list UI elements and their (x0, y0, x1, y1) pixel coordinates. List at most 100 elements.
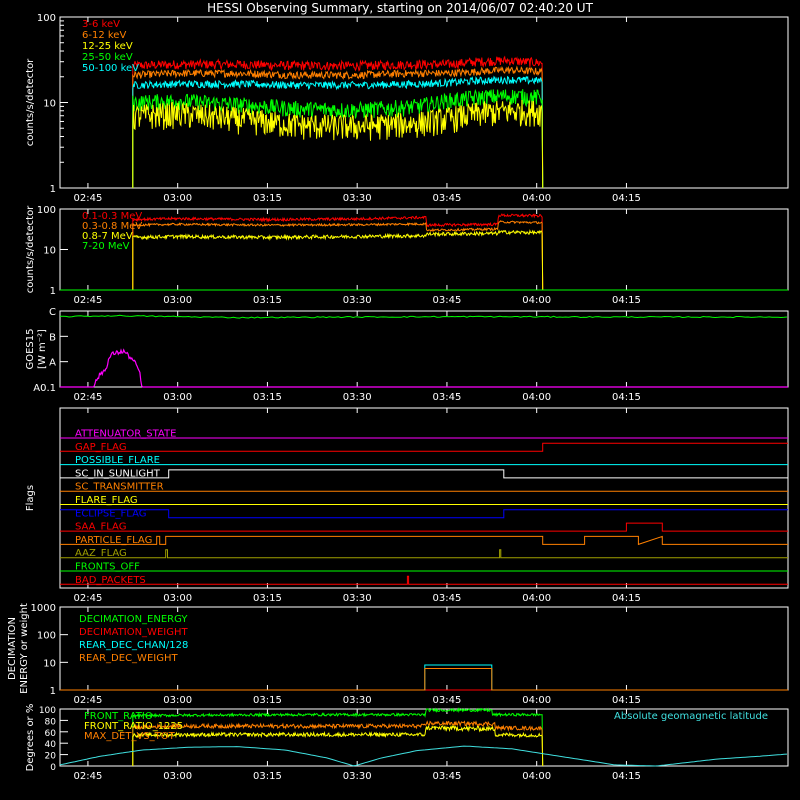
flags-flag-line-7 (60, 522, 788, 532)
flags-flag-line-9 (60, 549, 788, 559)
flags-xtick-label: 03:45 (433, 593, 462, 604)
decimation-ytick-label: 1 (50, 686, 56, 697)
lightcurves-ytick-label: 1 (50, 184, 56, 195)
high_energy-xtick-label: 03:15 (253, 295, 282, 306)
ratios-series-2 (132, 720, 544, 767)
flags-flag-label-1: GAP_FLAG (75, 442, 127, 453)
lightcurves-series-3 (132, 88, 544, 189)
lightcurves-xtick-label: 03:00 (163, 193, 192, 204)
flags-flag-label-8: PARTICLE_FLAG (75, 535, 152, 546)
goes-xtick-label: 03:00 (163, 392, 192, 403)
goes-yunit: [W m⁻²] (37, 329, 48, 369)
decimation-xtick-label: 02:45 (74, 695, 103, 706)
flags-xtick-label: 04:00 (522, 593, 551, 604)
ratios-ytick-label: 20 (45, 752, 57, 762)
ratios-xtick-label: 02:45 (74, 771, 103, 782)
lightcurves-series-1 (132, 65, 544, 189)
decimation-legend-2: REAR_DEC_CHAN/128 (79, 640, 188, 651)
lightcurves-legend-1: 6-12 keV (82, 30, 126, 41)
lightcurves-ytick-label: 10 (43, 99, 56, 110)
decimation-xtick-label: 03:00 (163, 695, 192, 706)
ratios-xtick-label: 03:15 (253, 771, 282, 782)
flags-flag-line-8 (60, 535, 788, 546)
flags-flag-label-5: FLARE_FLAG (75, 495, 138, 506)
decimation-ytick-label: 10 (43, 658, 56, 669)
decimation-ytick-label: 1000 (31, 603, 56, 614)
high_energy-ylabel: counts/s/detector (25, 205, 36, 293)
goes-xtick-label: 03:15 (253, 392, 282, 403)
goes-series-1 (60, 348, 788, 388)
flags-flag-line-6 (60, 509, 788, 519)
flags-flag-label-2: POSSIBLE_FLARE (75, 455, 160, 466)
goes-series-0 (59, 314, 788, 319)
flags-flag-line-1 (60, 442, 788, 452)
ratios-ytick-label: 40 (45, 740, 57, 750)
decimation-legend-3: REAR_DEC_WEIGHT (79, 653, 178, 664)
decimation-ylabel-2: ENERGY or weight (19, 603, 30, 694)
high_energy-xtick-label: 03:00 (163, 295, 192, 306)
high_energy-xtick-label: 02:45 (74, 295, 103, 306)
lightcurves-xtick-label: 02:45 (74, 193, 103, 204)
ratios-ytick-label: 60 (45, 729, 57, 739)
high_energy-xtick-label: 04:00 (522, 295, 551, 306)
decimation-ylabel-1: DECIMATION (7, 617, 18, 680)
lightcurves-xtick-label: 04:00 (522, 193, 551, 204)
decimation-series-3 (60, 668, 788, 691)
high_energy-series-1 (132, 220, 544, 291)
goes-ytick-label: A0.1 (33, 383, 56, 394)
flags-xtick-label: 03:00 (163, 593, 192, 604)
flags-flag-line-11 (60, 575, 788, 585)
observing-summary-figure: 02:45 03:00 03:15 03:30 03:45 04:00 04:1511010… (7, 13, 789, 782)
goes-xtick-label: 04:15 (612, 392, 641, 403)
flags-flag-label-6: ECLIPSE_FLAG (75, 508, 146, 519)
goes-ylabel: GOES15 (25, 328, 36, 369)
goes-xtick-label: 04:00 (522, 392, 551, 403)
flags-flag-label-0: ATTENUATOR_STATE (75, 429, 176, 440)
goes-frame (59, 310, 789, 388)
lightcurves-ytick-label: 100 (37, 13, 56, 24)
decimation-series-2 (60, 664, 788, 691)
ratios-legend-3: Absolute geomagnetic latitude (614, 711, 768, 722)
decimation-legend-1: DECIMATION_WEIGHT (79, 627, 188, 638)
flags-flag-label-7: SAA_FLAG (75, 522, 126, 533)
high_energy-xtick-label: 03:45 (433, 295, 462, 306)
ratios-xtick-label: 04:15 (612, 771, 641, 782)
goes-xtick-label: 03:45 (433, 392, 462, 403)
flags-xtick-label: 04:15 (612, 593, 641, 604)
ratios-xtick-label: 03:00 (163, 771, 192, 782)
decimation-xtick-label: 03:15 (253, 695, 282, 706)
flags-flag-line-3 (60, 469, 788, 479)
lightcurves-xtick-label: 03:30 (343, 193, 372, 204)
decimation-legend-0: DECIMATION_ENERGY (79, 614, 188, 625)
ratios-xtick-label: 03:45 (433, 771, 462, 782)
goes-ytick-label: B (49, 332, 56, 343)
goes-ytick-label: A (49, 358, 56, 369)
decimation-ytick-label: 100 (37, 631, 56, 642)
flags-xtick-label: 02:45 (74, 593, 103, 604)
high_energy-ytick-label: 100 (37, 205, 56, 216)
lightcurves-series-0 (132, 55, 544, 189)
ratios-ytick-label: 0 (50, 763, 56, 773)
decimation-xtick-label: 04:15 (612, 695, 641, 706)
high_energy-ytick-label: 1 (50, 286, 56, 297)
ratios-ytick-label: 80 (45, 717, 57, 727)
lightcurves-legend-4: 50-100 keV (82, 63, 139, 74)
goes-ytick-label: C (49, 307, 56, 318)
flags-xtick-label: 03:15 (253, 593, 282, 604)
ratios-series-1 (132, 724, 544, 767)
ratios-ylabel: Degrees or % (25, 704, 36, 772)
flags-flag-label-9: AAZ_FLAG (75, 548, 127, 559)
ratios-series-3 (59, 745, 788, 767)
high_energy-legend-3: 7-20 MeV (82, 241, 130, 252)
flags-flag-label-11: BAD_PACKETS (75, 575, 146, 586)
high_energy-ytick-label: 10 (43, 246, 56, 257)
high_energy-frame (59, 208, 789, 291)
goes-xtick-label: 03:30 (343, 392, 372, 403)
high_energy-xtick-label: 04:15 (612, 295, 641, 306)
lightcurves-xtick-label: 03:15 (253, 193, 282, 204)
lightcurves-xtick-label: 03:45 (433, 193, 462, 204)
decimation-xtick-label: 03:30 (343, 695, 372, 706)
flags-ylabel: Flags (25, 485, 36, 511)
high_energy-xtick-label: 03:30 (343, 295, 372, 306)
flags-flag-label-4: SC_TRANSMITTER (75, 482, 164, 493)
